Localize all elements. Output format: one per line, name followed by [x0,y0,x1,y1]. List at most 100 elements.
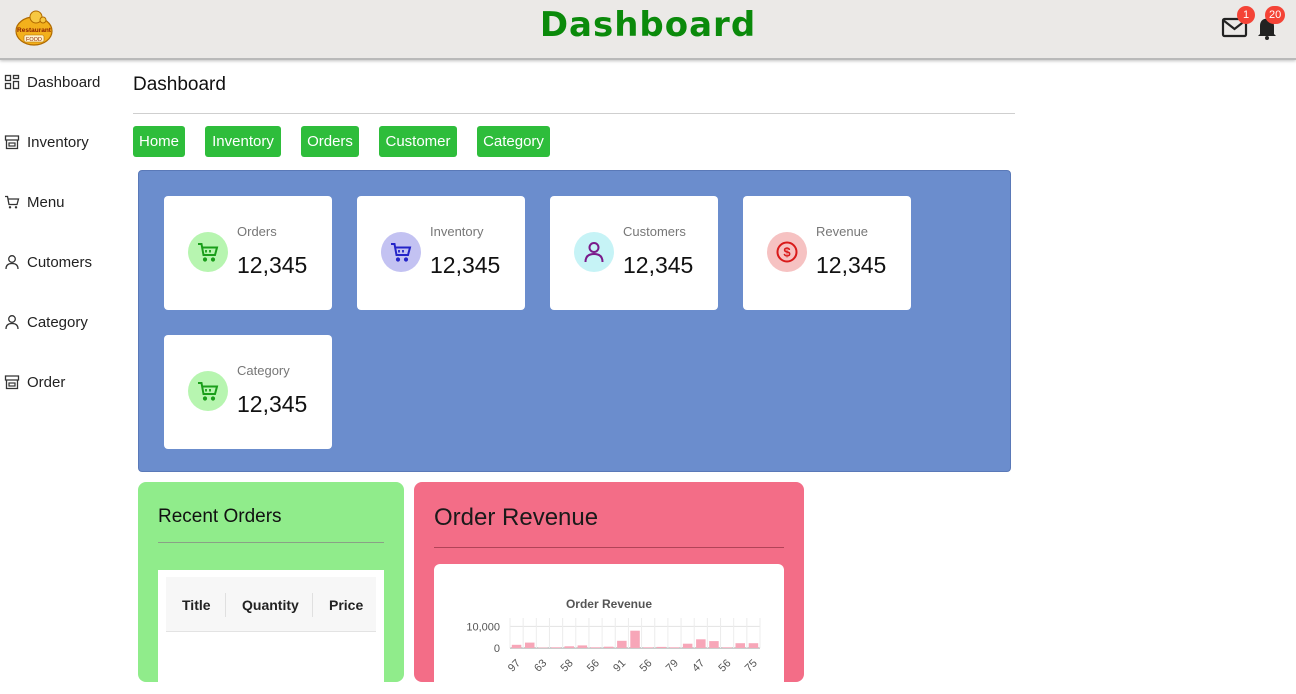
dashboard-grid-icon [4,74,20,90]
column-header-title[interactable]: Title [182,597,211,613]
app-title: Dashboard [0,5,1296,45]
store-icon [4,374,20,390]
revenue-bar[interactable] [643,647,653,648]
x-tick-label: 79 [664,657,681,674]
stat-label: Customers [623,224,686,239]
sidebar-item-menu[interactable]: Menu [4,190,65,214]
x-tick-label: 63 [532,657,549,674]
dollar-icon: $ [775,240,799,264]
column-header-quantity[interactable]: Quantity [242,597,299,613]
x-tick-label: 58 [559,657,576,674]
sidebar-item-label: Menu [27,194,65,211]
order-revenue-panel: Order Revenue Order Revenue 10,000 0 97 63… [414,482,804,682]
recent-orders-table: Title Quantity Price [158,570,384,690]
stat-icon-inventory [381,232,421,272]
sidebar-item-customers[interactable]: Cutomers [4,250,92,274]
revenue-bar[interactable] [657,647,667,648]
crumb-category-button[interactable]: Category [477,126,550,157]
column-header-price[interactable]: Price [329,597,363,613]
crumb-customer-button[interactable]: Customer [379,126,457,157]
cart-icon [196,240,220,264]
x-tick-label: 56 [585,657,602,674]
x-tick-label: 56 [637,657,654,674]
divider [133,113,1015,114]
revenue-bar[interactable] [736,643,746,648]
chart-title: Order Revenue [566,597,652,611]
top-bar: Restaurant FOOD Dashboard 1 20 [0,0,1296,60]
sidebar-item-label: Category [27,314,88,331]
stat-card-revenue[interactable]: $ Revenue 12,345 [743,196,911,310]
stat-label: Orders [237,224,277,239]
user-icon [4,314,20,330]
stat-value: 12,345 [623,252,693,279]
revenue-bar[interactable] [749,643,759,648]
sidebar-item-label: Cutomers [27,254,92,271]
revenue-bar[interactable] [551,647,561,648]
x-tick-label: 47 [690,657,707,674]
revenue-bar[interactable] [696,639,706,648]
stat-value: 12,345 [430,252,500,279]
revenue-bar-chart: Order Revenue 10,000 0 97 63 58 56 91 56 79 47 56… [434,564,784,694]
x-tick-label: 75 [743,657,760,674]
revenue-bar[interactable] [525,643,535,648]
stat-label: Inventory [430,224,483,239]
revenue-bar[interactable] [670,647,680,648]
stat-icon-revenue: $ [767,232,807,272]
stat-label: Category [237,363,290,378]
divider [158,542,384,543]
y-tick-label: 10,000 [466,621,500,633]
stat-icon-orders [188,232,228,272]
stat-label: Revenue [816,224,868,239]
recent-orders-title: Recent Orders [158,506,282,528]
sidebar-item-label: Inventory [27,134,89,151]
sidebar-item-category[interactable]: Category [4,310,88,334]
stat-card-inventory[interactable]: Inventory 12,345 [357,196,525,310]
revenue-bar[interactable] [604,647,614,648]
stat-icon-customers [574,232,614,272]
user-icon [4,254,20,270]
x-tick-label: 91 [611,657,628,674]
page-title: Dashboard [133,74,226,96]
sidebar-item-order[interactable]: Order [4,370,65,394]
revenue-bar[interactable] [709,641,719,648]
revenue-bar[interactable] [630,631,640,648]
revenue-bar[interactable] [683,644,693,648]
stat-card-orders[interactable]: Orders 12,345 [164,196,332,310]
stat-icon-category [188,371,228,411]
stat-value: 12,345 [237,391,307,418]
column-separator [312,593,313,617]
cart-icon [389,240,413,264]
stat-card-category[interactable]: Category 12,345 [164,335,332,449]
user-icon [582,240,606,264]
stats-panel: Orders 12,345 Inventory 12,345 Customers… [138,170,1011,472]
revenue-bar[interactable] [617,641,627,648]
x-tick-label: 97 [506,657,523,674]
crumb-orders-button[interactable]: Orders [301,126,359,157]
order-revenue-title: Order Revenue [434,504,598,532]
revenue-bar[interactable] [565,646,575,648]
dollar-sign: $ [783,245,791,260]
revenue-bar[interactable] [591,647,601,648]
divider [434,547,784,548]
y-tick-label: 0 [494,643,500,655]
table-header: Title Quantity Price [166,577,376,632]
mail-count-badge: 1 [1237,6,1255,24]
revenue-bar[interactable] [512,645,522,648]
revenue-bar[interactable] [722,647,732,648]
x-tick-label: 56 [716,657,733,674]
sidebar-item-inventory[interactable]: Inventory [4,130,89,154]
cart-icon [4,194,20,210]
crumb-inventory-button[interactable]: Inventory [205,126,281,157]
sidebar-item-label: Order [27,374,65,391]
column-separator [225,593,226,617]
stat-card-customers[interactable]: Customers 12,345 [550,196,718,310]
sidebar-item-dashboard[interactable]: Dashboard [4,70,100,94]
notification-count-badge: 20 [1265,6,1285,24]
recent-orders-panel: Recent Orders Title Quantity Price [138,482,404,682]
order-revenue-chart: Order Revenue 10,000 0 97 63 58 56 91 56 79 47 56… [434,564,784,694]
crumb-home-button[interactable]: Home [133,126,185,157]
stat-value: 12,345 [816,252,886,279]
store-icon [4,134,20,150]
stat-value: 12,345 [237,252,307,279]
revenue-bar[interactable] [578,645,588,648]
